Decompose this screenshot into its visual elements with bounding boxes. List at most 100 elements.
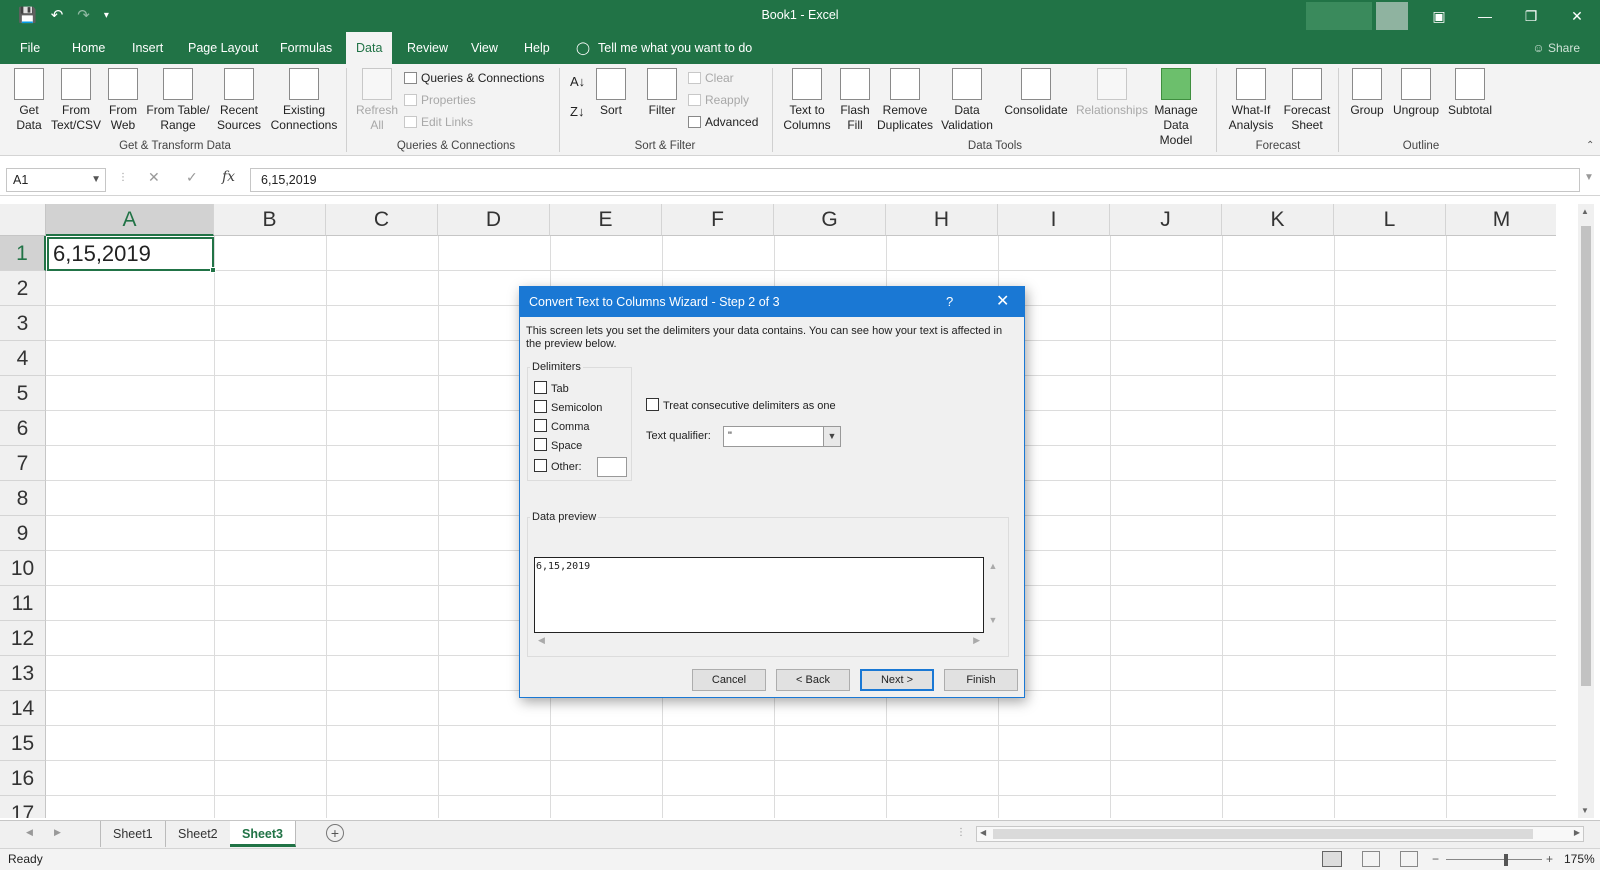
column-header[interactable]: E bbox=[550, 204, 662, 236]
select-all-corner[interactable] bbox=[0, 204, 46, 236]
cell-a1[interactable]: 6,15,2019 bbox=[47, 237, 216, 273]
ribbon-display-options-icon[interactable]: ▣ bbox=[1416, 0, 1462, 32]
horizontal-scrollbar[interactable]: ◀ ▶ bbox=[976, 826, 1584, 842]
column-header[interactable]: L bbox=[1334, 204, 1446, 236]
row-header[interactable]: 8 bbox=[0, 481, 46, 516]
tab-page-layout[interactable]: Page Layout bbox=[182, 32, 264, 64]
column-header[interactable]: K bbox=[1222, 204, 1334, 236]
comma-checkbox[interactable]: Comma bbox=[534, 419, 590, 434]
back-button[interactable]: < Back bbox=[776, 669, 850, 691]
text-qualifier-select[interactable]: " ▼ bbox=[723, 426, 841, 447]
row-header[interactable]: 12 bbox=[0, 621, 46, 656]
space-checkbox[interactable]: Space bbox=[534, 438, 582, 453]
zoom-in-icon[interactable]: + bbox=[1546, 849, 1553, 870]
reapply-button[interactable]: Reapply bbox=[688, 90, 749, 110]
get-data-button[interactable]: Get Data bbox=[10, 68, 48, 133]
account-name[interactable] bbox=[1306, 2, 1372, 30]
tab-formulas[interactable]: Formulas bbox=[274, 32, 338, 64]
existing-connections-button[interactable]: Existing Connections bbox=[268, 68, 340, 133]
row-header[interactable]: 17 bbox=[0, 796, 46, 818]
tab-help[interactable]: Help bbox=[518, 32, 556, 64]
sheet-tab-sheet2[interactable]: Sheet2 bbox=[166, 821, 231, 847]
from-table-range-button[interactable]: From Table/ Range bbox=[144, 68, 212, 133]
zoom-level[interactable]: 175% bbox=[1564, 849, 1595, 870]
tab-home[interactable]: Home bbox=[66, 32, 111, 64]
row-header[interactable]: 13 bbox=[0, 656, 46, 691]
sheet-tab-sheet1[interactable]: Sheet1 bbox=[100, 821, 166, 847]
relationships-button[interactable]: Relationships bbox=[1072, 68, 1152, 118]
row-header[interactable]: 16 bbox=[0, 761, 46, 796]
filter-button[interactable]: Filter bbox=[644, 68, 680, 118]
formula-input[interactable]: 6,15,2019 bbox=[250, 168, 1580, 192]
row-header[interactable]: 6 bbox=[0, 411, 46, 446]
ungroup-button[interactable]: Ungroup bbox=[1390, 68, 1442, 118]
sheet-tab-sheet3[interactable]: Sheet3 bbox=[230, 821, 296, 847]
share-button[interactable]: ☺ Share bbox=[1532, 32, 1580, 64]
close-icon[interactable]: ✕ bbox=[1554, 0, 1600, 32]
column-header[interactable]: D bbox=[438, 204, 550, 236]
remove-duplicates-button[interactable]: Remove Duplicates bbox=[876, 68, 934, 133]
restore-icon[interactable]: ❐ bbox=[1508, 0, 1554, 32]
properties-button[interactable]: Properties bbox=[404, 90, 476, 110]
row-header[interactable]: 9 bbox=[0, 516, 46, 551]
add-sheet-icon[interactable]: + bbox=[326, 824, 344, 842]
enter-icon[interactable]: ✓ bbox=[186, 169, 198, 186]
column-header[interactable]: G bbox=[774, 204, 886, 236]
tab-insert[interactable]: Insert bbox=[126, 32, 169, 64]
cancel-entry-icon[interactable]: ✕ bbox=[148, 169, 160, 186]
scrollbar-thumb[interactable] bbox=[993, 829, 1533, 839]
tab-data[interactable]: Data bbox=[346, 32, 393, 64]
scroll-right-icon[interactable]: ▶ bbox=[973, 635, 980, 646]
clear-button[interactable]: Clear bbox=[688, 68, 734, 88]
scroll-down-icon[interactable]: ▼ bbox=[1581, 806, 1589, 815]
data-preview-box[interactable]: 6,15,2019 bbox=[534, 557, 984, 633]
column-header[interactable]: B bbox=[214, 204, 326, 236]
other-checkbox[interactable]: Other: bbox=[534, 459, 582, 474]
group-button[interactable]: Group bbox=[1346, 68, 1388, 118]
text-to-columns-button[interactable]: Text to Columns bbox=[780, 68, 834, 133]
insert-function-icon[interactable]: fx bbox=[222, 169, 235, 185]
what-if-analysis-button[interactable]: What-If Analysis bbox=[1222, 68, 1280, 133]
page-layout-view-icon[interactable] bbox=[1362, 851, 1380, 867]
column-header[interactable]: I bbox=[998, 204, 1110, 236]
zoom-slider-thumb[interactable] bbox=[1504, 854, 1508, 866]
normal-view-icon[interactable] bbox=[1322, 851, 1342, 867]
row-header[interactable]: 10 bbox=[0, 551, 46, 586]
preview-vertical-scrollbar[interactable]: ▲ ▼ bbox=[986, 557, 1000, 633]
manage-data-model-button[interactable]: Manage Data Model bbox=[1146, 68, 1206, 148]
tab-checkbox[interactable]: Tab bbox=[534, 381, 569, 396]
next-button[interactable]: Next > bbox=[860, 669, 934, 691]
tab-file[interactable]: File bbox=[14, 32, 46, 64]
name-box[interactable]: A1 ▼ bbox=[6, 168, 106, 192]
row-header[interactable]: 15 bbox=[0, 726, 46, 761]
advanced-button[interactable]: Advanced bbox=[688, 112, 758, 132]
prev-sheet-icon[interactable]: ◀ bbox=[26, 827, 33, 838]
subtotal-button[interactable]: Subtotal bbox=[1444, 68, 1496, 118]
minimize-icon[interactable]: — bbox=[1462, 0, 1508, 32]
recent-sources-button[interactable]: Recent Sources bbox=[214, 68, 264, 133]
consolidate-button[interactable]: Consolidate bbox=[1000, 68, 1072, 118]
flash-fill-button[interactable]: Flash Fill bbox=[836, 68, 874, 133]
forecast-sheet-button[interactable]: Forecast Sheet bbox=[1282, 68, 1332, 133]
column-header[interactable]: J bbox=[1110, 204, 1222, 236]
split-handle-icon[interactable]: ⋮ bbox=[956, 827, 966, 838]
tab-review[interactable]: Review bbox=[401, 32, 454, 64]
data-validation-button[interactable]: Data Validation bbox=[936, 68, 998, 133]
row-header[interactable]: 1 bbox=[0, 236, 46, 271]
fill-handle[interactable] bbox=[210, 267, 216, 273]
dialog-close-icon[interactable]: ✕ bbox=[996, 287, 1009, 317]
zoom-slider[interactable] bbox=[1446, 859, 1542, 860]
preview-horizontal-scrollbar[interactable]: ◀ ▶ bbox=[534, 635, 984, 649]
row-header[interactable]: 7 bbox=[0, 446, 46, 481]
scroll-down-icon[interactable]: ▼ bbox=[986, 615, 1000, 625]
from-web-button[interactable]: From Web bbox=[106, 68, 140, 133]
next-sheet-icon[interactable]: ▶ bbox=[54, 827, 61, 838]
expand-formula-bar-icon[interactable]: ▼ bbox=[1584, 172, 1594, 183]
column-header[interactable]: M bbox=[1446, 204, 1556, 236]
sort-button[interactable]: Sort bbox=[594, 68, 628, 118]
scroll-left-icon[interactable]: ◀ bbox=[980, 828, 986, 837]
refresh-all-button[interactable]: Refresh All bbox=[354, 68, 400, 133]
row-header[interactable]: 14 bbox=[0, 691, 46, 726]
column-header[interactable]: F bbox=[662, 204, 774, 236]
finish-button[interactable]: Finish bbox=[944, 669, 1018, 691]
